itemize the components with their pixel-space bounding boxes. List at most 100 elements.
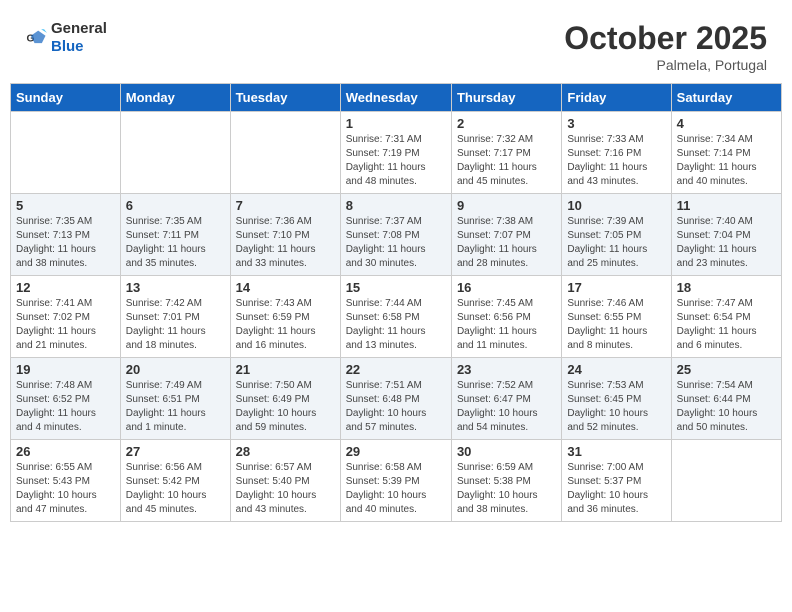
header: G General Blue October 2025 Palmela, Por… (10, 10, 782, 78)
day-info: Sunrise: 7:46 AM Sunset: 6:55 PM Dayligh… (567, 297, 665, 353)
calendar-cell: 11 Sunrise: 7:40 AM Sunset: 7:04 PM Dayli… (671, 194, 781, 276)
day-number: 8 (346, 198, 446, 213)
day-info: Sunrise: 7:41 AM Sunset: 7:02 PM Dayligh… (16, 297, 115, 353)
day-info: Sunrise: 7:48 AM Sunset: 6:52 PM Dayligh… (16, 379, 115, 435)
day-number: 24 (567, 362, 665, 377)
calendar-cell (11, 112, 121, 194)
day-number: 10 (567, 198, 665, 213)
day-number: 9 (457, 198, 556, 213)
day-info: Sunrise: 7:50 AM Sunset: 6:49 PM Dayligh… (236, 379, 335, 435)
week-row-1: 1 Sunrise: 7:31 AM Sunset: 7:19 PM Daylig… (11, 112, 782, 194)
day-info: Sunrise: 6:55 AM Sunset: 5:43 PM Dayligh… (16, 461, 115, 517)
day-info: Sunrise: 7:43 AM Sunset: 6:59 PM Dayligh… (236, 297, 335, 353)
logo: G General Blue (25, 20, 107, 56)
day-info: Sunrise: 6:59 AM Sunset: 5:38 PM Dayligh… (457, 461, 556, 517)
calendar-cell: 16 Sunrise: 7:45 AM Sunset: 6:56 PM Dayli… (451, 276, 561, 358)
calendar-cell: 14 Sunrise: 7:43 AM Sunset: 6:59 PM Dayli… (230, 276, 340, 358)
day-info: Sunrise: 7:52 AM Sunset: 6:47 PM Dayligh… (457, 379, 556, 435)
day-number: 31 (567, 444, 665, 459)
day-info: Sunrise: 6:58 AM Sunset: 5:39 PM Dayligh… (346, 461, 446, 517)
day-number: 25 (677, 362, 776, 377)
day-info: Sunrise: 6:57 AM Sunset: 5:40 PM Dayligh… (236, 461, 335, 517)
day-info: Sunrise: 7:54 AM Sunset: 6:44 PM Dayligh… (677, 379, 776, 435)
calendar-cell: 18Sunrise: 7:47 AM Sunset: 6:54 PM Dayli… (671, 276, 781, 358)
logo-blue: Blue (51, 38, 84, 55)
day-number: 20 (126, 362, 225, 377)
week-row-5: 26 Sunrise: 6:55 AM Sunset: 5:43 PM Dayli… (11, 440, 782, 522)
calendar-cell (120, 112, 230, 194)
calendar-cell: 3 Sunrise: 7:33 AM Sunset: 7:16 PM Daylig… (562, 112, 671, 194)
day-info: Sunrise: 7:51 AM Sunset: 6:48 PM Dayligh… (346, 379, 446, 435)
calendar-cell: 23Sunrise: 7:52 AM Sunset: 6:47 PM Dayli… (451, 358, 561, 440)
day-number: 13 (126, 280, 225, 295)
day-number: 15 (346, 280, 446, 295)
calendar-cell: 21Sunrise: 7:50 AM Sunset: 6:49 PM Dayli… (230, 358, 340, 440)
weekday-header-row: SundayMondayTuesdayWednesdayThursdayFrid… (11, 84, 782, 112)
day-info: Sunrise: 7:31 AM Sunset: 7:19 PM Dayligh… (346, 133, 446, 189)
weekday-header-monday: Monday (120, 84, 230, 112)
month-title: October 2025 (564, 20, 767, 57)
day-number: 1 (346, 116, 446, 131)
day-info: Sunrise: 7:49 AM Sunset: 6:51 PM Dayligh… (126, 379, 225, 435)
calendar-cell: 19Sunrise: 7:48 AM Sunset: 6:52 PM Dayli… (11, 358, 121, 440)
weekday-header-friday: Friday (562, 84, 671, 112)
day-number: 28 (236, 444, 335, 459)
day-info: Sunrise: 7:33 AM Sunset: 7:16 PM Dayligh… (567, 133, 665, 189)
calendar-cell: 10 Sunrise: 7:39 AM Sunset: 7:05 PM Dayli… (562, 194, 671, 276)
day-info: Sunrise: 7:39 AM Sunset: 7:05 PM Dayligh… (567, 215, 665, 271)
calendar-cell (230, 112, 340, 194)
day-number: 30 (457, 444, 556, 459)
calendar-cell: 2Sunrise: 7:32 AM Sunset: 7:17 PM Daylig… (451, 112, 561, 194)
day-number: 11 (677, 198, 776, 213)
calendar-cell: 27Sunrise: 6:56 AM Sunset: 5:42 PM Dayli… (120, 440, 230, 522)
calendar-cell (671, 440, 781, 522)
week-row-3: 12 Sunrise: 7:41 AM Sunset: 7:02 PM Dayli… (11, 276, 782, 358)
calendar-cell: 13 Sunrise: 7:42 AM Sunset: 7:01 PM Dayli… (120, 276, 230, 358)
calendar-cell: 15 Sunrise: 7:44 AM Sunset: 6:58 PM Dayli… (340, 276, 451, 358)
calendar-cell: 7 Sunrise: 7:36 AM Sunset: 7:10 PM Daylig… (230, 194, 340, 276)
calendar-cell: 28 Sunrise: 6:57 AM Sunset: 5:40 PM Dayli… (230, 440, 340, 522)
calendar-cell: 29Sunrise: 6:58 AM Sunset: 5:39 PM Dayli… (340, 440, 451, 522)
weekday-header-wednesday: Wednesday (340, 84, 451, 112)
weekday-header-saturday: Saturday (671, 84, 781, 112)
day-number: 14 (236, 280, 335, 295)
day-number: 4 (677, 116, 776, 131)
calendar-cell: 17Sunrise: 7:46 AM Sunset: 6:55 PM Dayli… (562, 276, 671, 358)
day-number: 12 (16, 280, 115, 295)
calendar-cell: 24 Sunrise: 7:53 AM Sunset: 6:45 PM Dayli… (562, 358, 671, 440)
calendar-cell: 5 Sunrise: 7:35 AM Sunset: 7:13 PM Daylig… (11, 194, 121, 276)
day-info: Sunrise: 7:35 AM Sunset: 7:11 PM Dayligh… (126, 215, 225, 271)
day-info: Sunrise: 7:00 AM Sunset: 5:37 PM Dayligh… (567, 461, 665, 517)
calendar-cell: 4Sunrise: 7:34 AM Sunset: 7:14 PM Daylig… (671, 112, 781, 194)
calendar-cell: 1 Sunrise: 7:31 AM Sunset: 7:19 PM Daylig… (340, 112, 451, 194)
logo-general: General (51, 20, 107, 37)
weekday-header-sunday: Sunday (11, 84, 121, 112)
day-number: 7 (236, 198, 335, 213)
day-number: 2 (457, 116, 556, 131)
calendar-cell: 31 Sunrise: 7:00 AM Sunset: 5:37 PM Dayli… (562, 440, 671, 522)
day-info: Sunrise: 7:45 AM Sunset: 6:56 PM Dayligh… (457, 297, 556, 353)
day-info: Sunrise: 7:40 AM Sunset: 7:04 PM Dayligh… (677, 215, 776, 271)
day-number: 18 (677, 280, 776, 295)
calendar-cell: 6 Sunrise: 7:35 AM Sunset: 7:11 PM Daylig… (120, 194, 230, 276)
day-info: Sunrise: 7:36 AM Sunset: 7:10 PM Dayligh… (236, 215, 335, 271)
day-info: Sunrise: 7:44 AM Sunset: 6:58 PM Dayligh… (346, 297, 446, 353)
day-info: Sunrise: 7:42 AM Sunset: 7:01 PM Dayligh… (126, 297, 225, 353)
calendar-cell: 30 Sunrise: 6:59 AM Sunset: 5:38 PM Dayli… (451, 440, 561, 522)
day-number: 22 (346, 362, 446, 377)
logo-icon: G (25, 27, 47, 49)
day-info: Sunrise: 7:35 AM Sunset: 7:13 PM Dayligh… (16, 215, 115, 271)
calendar-cell: 8Sunrise: 7:37 AM Sunset: 7:08 PM Daylig… (340, 194, 451, 276)
day-number: 26 (16, 444, 115, 459)
day-number: 6 (126, 198, 225, 213)
day-number: 5 (16, 198, 115, 213)
calendar-cell: 20 Sunrise: 7:49 AM Sunset: 6:51 PM Dayli… (120, 358, 230, 440)
day-number: 3 (567, 116, 665, 131)
week-row-2: 5 Sunrise: 7:35 AM Sunset: 7:13 PM Daylig… (11, 194, 782, 276)
day-number: 16 (457, 280, 556, 295)
weekday-header-tuesday: Tuesday (230, 84, 340, 112)
calendar: SundayMondayTuesdayWednesdayThursdayFrid… (10, 83, 782, 522)
title-area: October 2025 Palmela, Portugal (564, 20, 767, 73)
day-info: Sunrise: 7:38 AM Sunset: 7:07 PM Dayligh… (457, 215, 556, 271)
day-info: Sunrise: 7:53 AM Sunset: 6:45 PM Dayligh… (567, 379, 665, 435)
